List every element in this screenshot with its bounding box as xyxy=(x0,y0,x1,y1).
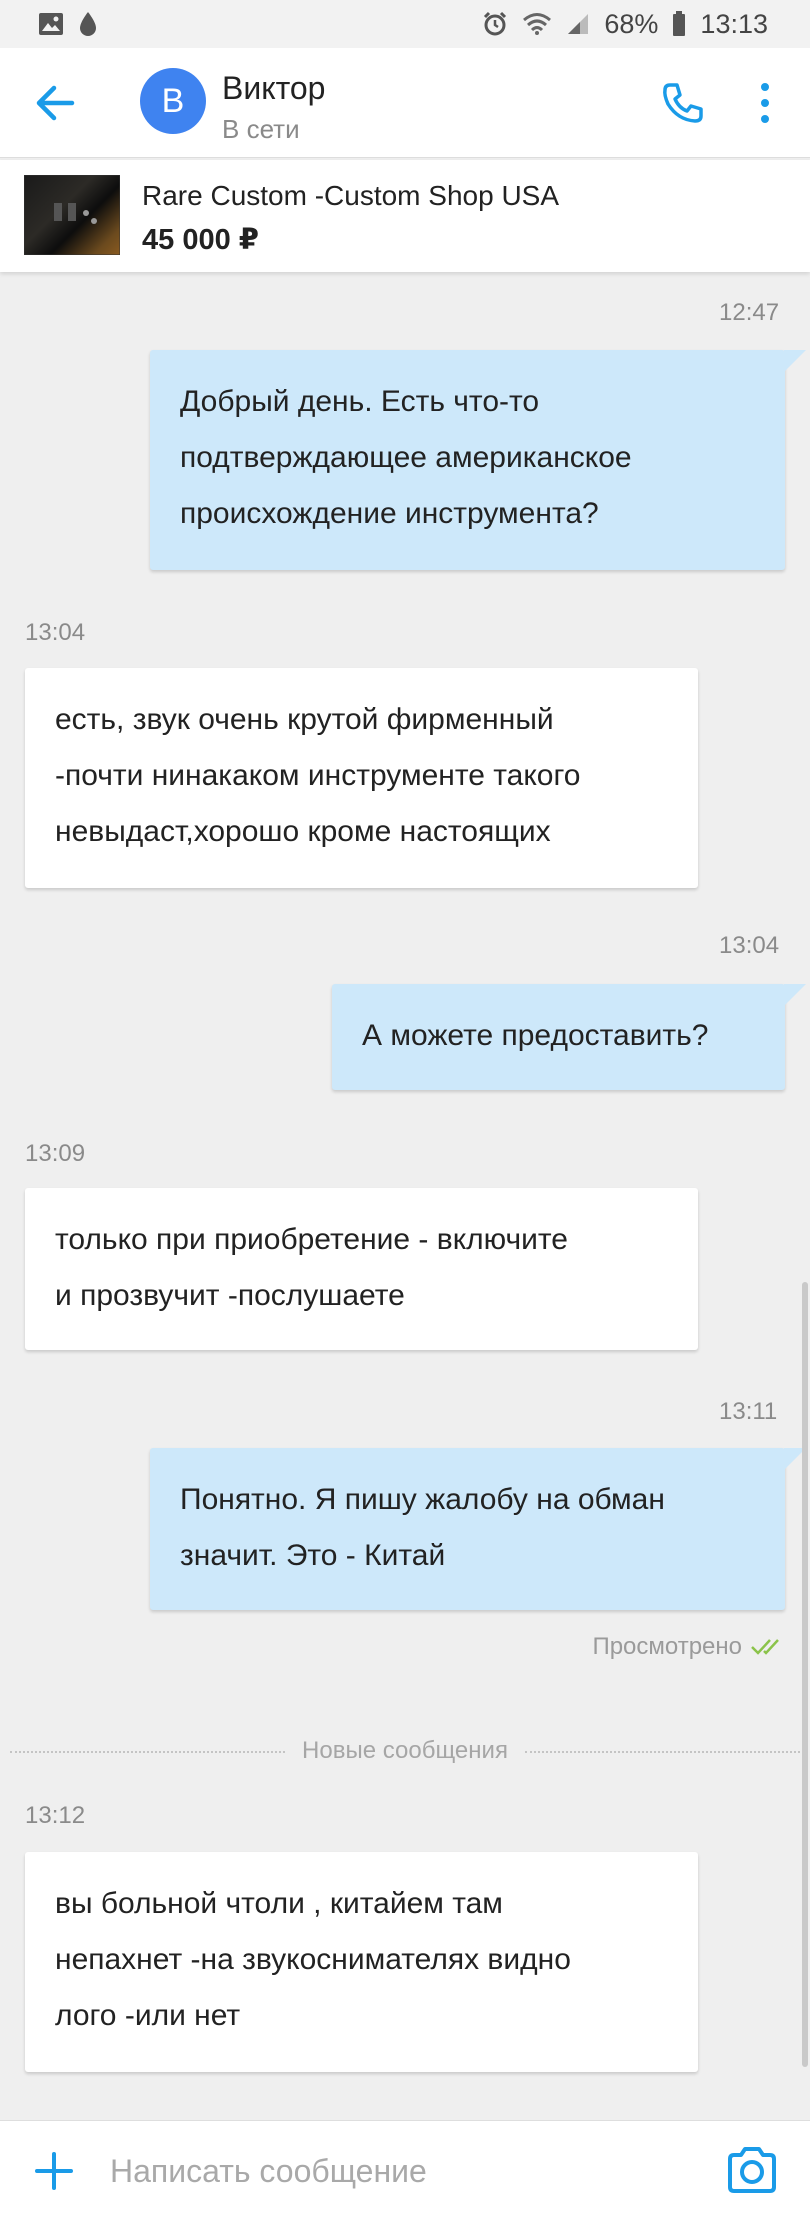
battery-icon xyxy=(673,11,686,36)
bubble-tail xyxy=(784,984,806,1006)
message-timestamp: 13:04 xyxy=(25,619,86,646)
bubble-tail xyxy=(784,350,806,372)
guitar-image xyxy=(23,174,121,256)
battery-percent: 68% xyxy=(604,8,659,39)
product-title[interactable]: Rare Custom -Custom Shop USA xyxy=(142,180,559,212)
read-receipt: Просмотрено xyxy=(592,1633,788,1661)
alarm-icon xyxy=(484,11,507,36)
drop-notification-icon xyxy=(80,12,96,36)
message-input[interactable] xyxy=(110,2143,690,2199)
outgoing-message[interactable]: Понятно. Я пишу жалобу на обман значит. … xyxy=(150,1448,785,1610)
more-menu-icon[interactable] xyxy=(755,78,775,128)
camera-icon[interactable] xyxy=(726,2145,778,2195)
message-composer xyxy=(0,2120,810,2220)
gallery-notification-icon xyxy=(39,13,63,35)
status-time: 13:13 xyxy=(700,8,768,39)
scrollbar[interactable] xyxy=(802,1282,808,2067)
plus-icon[interactable] xyxy=(34,2151,74,2191)
back-arrow-icon[interactable] xyxy=(32,80,78,126)
wifi-icon xyxy=(523,13,552,35)
message-list[interactable]: 12:47 Добрый день. Есть что-то подтвержд… xyxy=(0,272,810,2120)
signal-icon xyxy=(568,14,589,34)
avatar[interactable]: В xyxy=(140,68,206,134)
message-timestamp: 13:04 xyxy=(719,932,780,959)
message-timestamp: 13:09 xyxy=(25,1140,86,1167)
product-price: 45 000 ₽ xyxy=(142,224,259,256)
chat-header: В Виктор В сети xyxy=(0,48,810,158)
outgoing-message[interactable]: А можете предоставить? xyxy=(332,984,785,1090)
message-timestamp: 12:47 xyxy=(719,299,780,326)
product-bar[interactable]: Rare Custom -Custom Shop USA 45 000 ₽ xyxy=(0,160,810,272)
contact-status: В сети xyxy=(222,114,300,144)
outgoing-message[interactable]: Добрый день. Есть что-то подтверждающее … xyxy=(150,350,785,570)
seen-label: Просмотрено xyxy=(592,1633,742,1660)
contact-name[interactable]: Виктор xyxy=(222,70,325,107)
phone-icon[interactable] xyxy=(660,80,706,126)
incoming-message[interactable]: вы больной чтоли , китайем там непахнет … xyxy=(25,1852,698,2072)
status-bar: 68% 13:13 xyxy=(0,0,810,48)
message-timestamp: 13:12 xyxy=(25,1802,86,1829)
message-timestamp: 13:11 xyxy=(719,1398,778,1425)
product-thumbnail[interactable] xyxy=(23,174,121,256)
incoming-message[interactable]: есть, звук очень крутой фирменный -почти… xyxy=(25,668,698,888)
double-check-icon xyxy=(751,1639,779,1655)
new-messages-divider: Новые сообщения xyxy=(0,1737,810,1767)
incoming-message[interactable]: только при приобретение - включите и про… xyxy=(25,1188,698,1350)
